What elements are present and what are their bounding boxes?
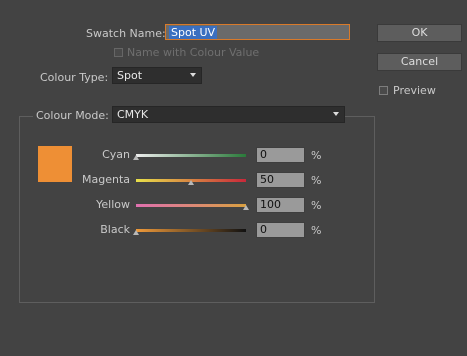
percent-unit-label: % bbox=[311, 224, 322, 237]
colour-mode-label: Colour Mode: bbox=[33, 109, 112, 122]
colour-type-value: Spot bbox=[117, 69, 143, 82]
slider-thumb-icon[interactable] bbox=[243, 205, 249, 210]
swatch-name-label: Swatch Name: bbox=[86, 27, 166, 40]
slider-label-magenta: Magenta bbox=[81, 173, 130, 186]
percent-unit-label: % bbox=[311, 149, 322, 162]
slider-label-cyan: Cyan bbox=[102, 148, 130, 161]
colour-type-dropdown[interactable]: Spot bbox=[112, 67, 202, 84]
percent-unit-label: % bbox=[311, 199, 322, 212]
swatch-name-value: Spot UV bbox=[169, 26, 218, 39]
colour-mode-group bbox=[19, 116, 375, 303]
slider-thumb-icon[interactable] bbox=[133, 230, 139, 235]
chevron-down-icon bbox=[333, 112, 339, 116]
slider-track-cyan[interactable] bbox=[136, 154, 246, 157]
slider-track-black[interactable] bbox=[136, 229, 246, 232]
name-with-colour-value-label: Name with Colour Value bbox=[127, 46, 260, 59]
value-field-yellow[interactable]: 100 bbox=[256, 197, 305, 213]
preview-label: Preview bbox=[393, 84, 436, 97]
value-field-cyan[interactable]: 0 bbox=[256, 147, 305, 163]
slider-thumb-icon[interactable] bbox=[188, 180, 194, 185]
colour-mode-value: CMYK bbox=[117, 108, 149, 121]
colour-mode-dropdown[interactable]: CMYK bbox=[112, 106, 345, 123]
ok-button[interactable]: OK bbox=[377, 24, 462, 42]
preview-checkbox[interactable] bbox=[379, 86, 388, 95]
colour-type-label: Colour Type: bbox=[40, 71, 109, 84]
slider-label-black: Black bbox=[100, 223, 130, 236]
swatch-name-input[interactable]: Spot UV bbox=[165, 24, 350, 40]
value-field-black[interactable]: 0 bbox=[256, 222, 305, 238]
name-with-colour-value-checkbox[interactable] bbox=[114, 48, 123, 57]
cancel-button[interactable]: Cancel bbox=[377, 53, 462, 71]
slider-thumb-icon[interactable] bbox=[133, 155, 139, 160]
colour-swatch-preview bbox=[38, 146, 72, 182]
slider-label-yellow: Yellow bbox=[96, 198, 130, 211]
chevron-down-icon bbox=[190, 73, 196, 77]
slider-track-yellow[interactable] bbox=[136, 204, 246, 207]
value-field-magenta[interactable]: 50 bbox=[256, 172, 305, 188]
percent-unit-label: % bbox=[311, 174, 322, 187]
